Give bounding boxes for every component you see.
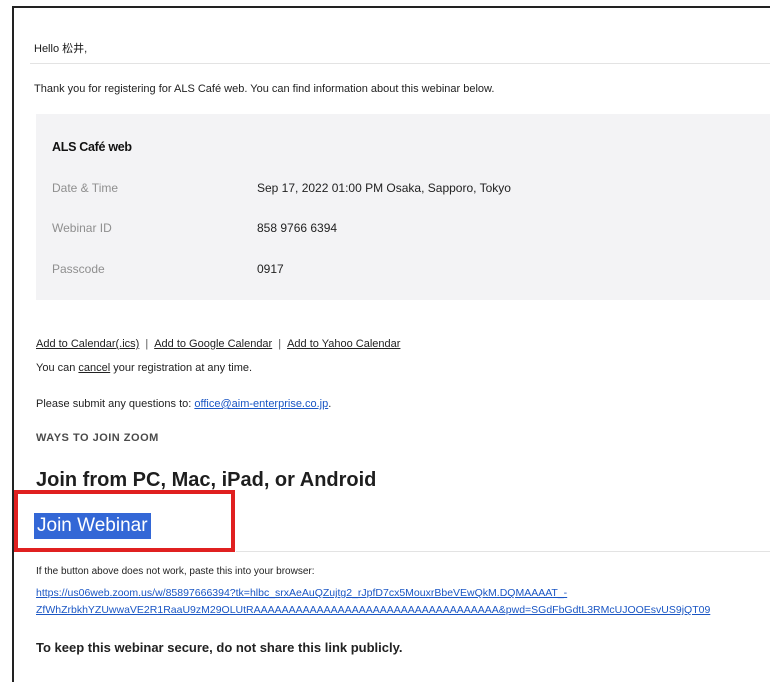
- questions-line: Please submit any questions to: office@a…: [36, 398, 331, 410]
- link-separator: |: [278, 338, 282, 350]
- fallback-text: If the button above does not work, paste…: [36, 566, 315, 577]
- security-note: To keep this webinar secure, do not shar…: [36, 640, 403, 655]
- calendar-links: Add to Calendar(.ics) | Add to Google Cale…: [36, 338, 400, 350]
- cancel-suffix: your registration at any time.: [110, 362, 253, 374]
- questions-suffix: .: [328, 398, 332, 410]
- link-separator: |: [145, 338, 149, 350]
- join-heading: Join from PC, Mac, iPad, or Android: [36, 469, 377, 491]
- ways-to-join-heading: WAYS TO JOIN ZOOM: [36, 432, 159, 444]
- passcode-value: 0917: [257, 262, 284, 276]
- cancel-link[interactable]: cancel: [78, 362, 110, 374]
- cancel-prefix: You can: [36, 362, 79, 374]
- date-time-value: Sep 17, 2022 01:00 PM Osaka, Sapporo, To…: [257, 181, 511, 195]
- greeting: Hello 松井,: [34, 43, 88, 55]
- passcode-label: Passcode: [52, 262, 105, 276]
- webinar-info-card: [36, 114, 770, 300]
- webinar-id-label: Webinar ID: [52, 221, 112, 235]
- cancel-line: You can cancel your registration at any …: [36, 362, 252, 374]
- date-time-label: Date & Time: [52, 181, 119, 195]
- highlight-annotation-box: [14, 490, 235, 552]
- add-yahoo-calendar-link[interactable]: Add to Yahoo Calendar: [287, 338, 400, 350]
- join-url-link[interactable]: https://us06web.zoom.us/w/85897666394?tk…: [36, 587, 567, 599]
- questions-prefix: Please submit any questions to:: [36, 398, 195, 410]
- intro-text: Thank you for registering for ALS Café w…: [34, 83, 495, 95]
- divider: [236, 551, 770, 552]
- join-url-link-continued[interactable]: ZfWhZrbkhYZUwwaVE2R1RaaU9zM29OLUtRAAAAAA…: [36, 604, 710, 616]
- webinar-id-value: 858 9766 6394: [257, 221, 338, 235]
- divider: [30, 63, 770, 64]
- add-google-calendar-link[interactable]: Add to Google Calendar: [154, 338, 272, 350]
- webinar-title: ALS Café web: [52, 140, 132, 154]
- contact-email-link[interactable]: office@aim-enterprise.co.jp: [194, 398, 328, 410]
- add-ics-link[interactable]: Add to Calendar(.ics): [36, 338, 139, 350]
